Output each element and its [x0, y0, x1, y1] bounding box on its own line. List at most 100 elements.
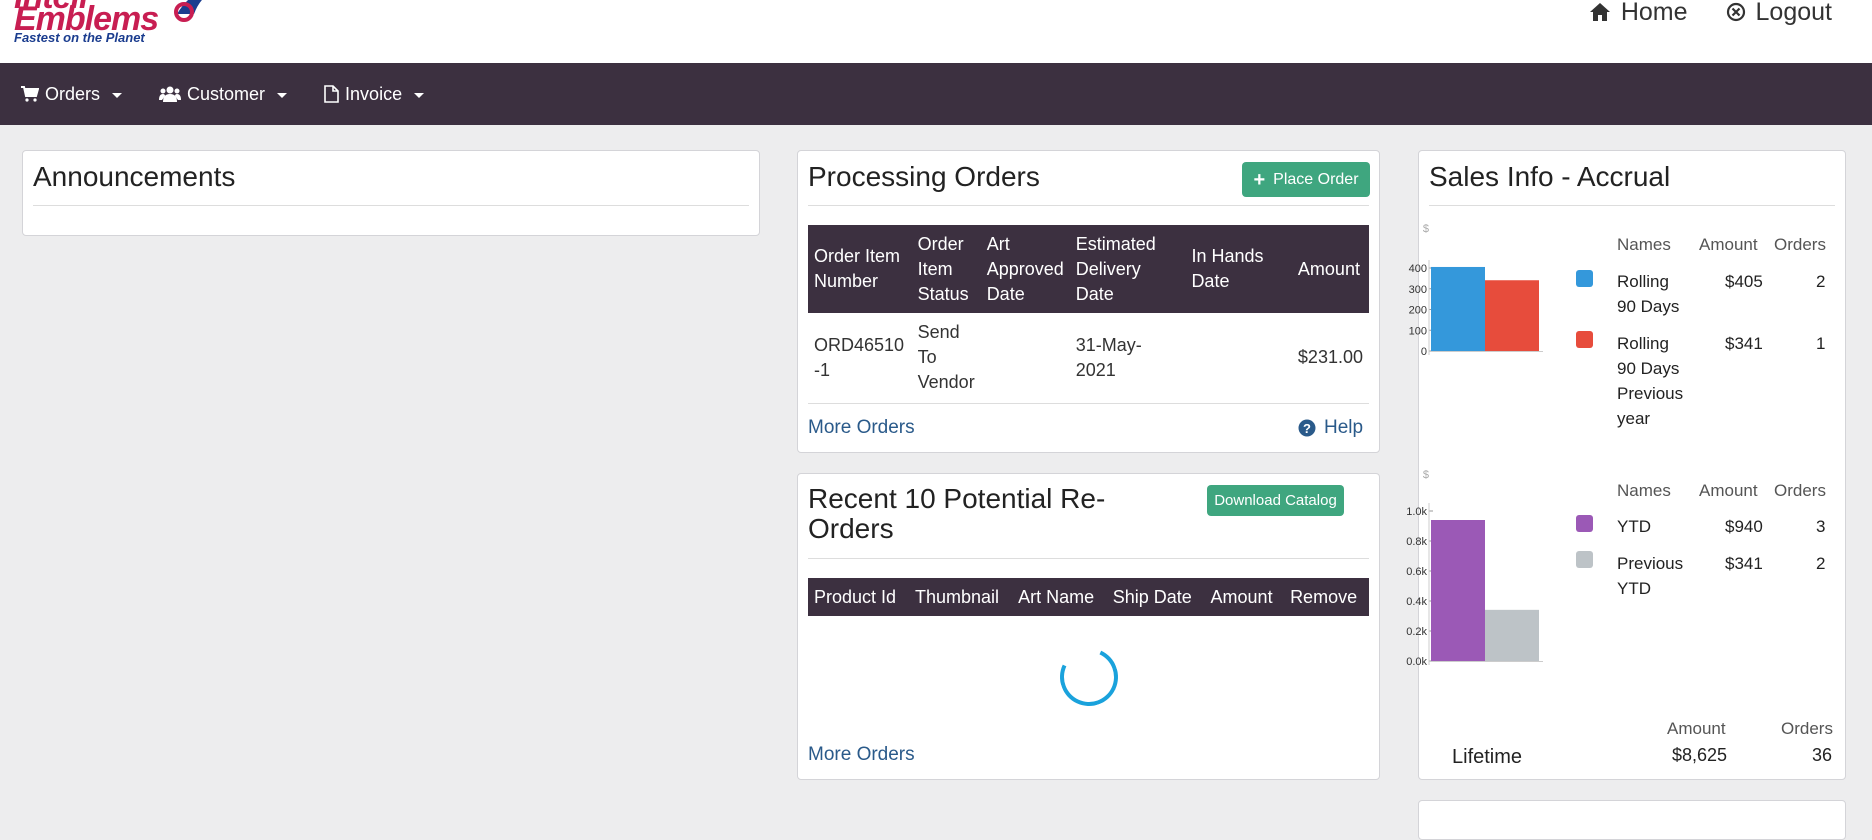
column-header: In Hands Date	[1185, 225, 1292, 313]
sales-row-amount: $341	[1725, 334, 1763, 353]
column-header: Estimated Delivery Date	[1069, 225, 1186, 313]
announcements-panel: Announcements	[22, 150, 760, 236]
divider	[1429, 205, 1835, 206]
users-icon	[159, 86, 182, 102]
top-links: Home Logout	[1589, 0, 1832, 26]
chevron-down-icon	[414, 92, 425, 98]
column-header: Product Id	[808, 578, 910, 616]
tick-label: 0.6k	[1406, 566, 1427, 578]
legend-swatch	[1576, 515, 1593, 532]
svg-text:?: ?	[1303, 421, 1311, 436]
order-amount: $231.00	[1297, 347, 1363, 368]
download-catalog-label: Download Catalog	[1214, 492, 1337, 509]
main-navbar: Orders Customer Invoice	[0, 63, 1872, 125]
home-link-label: Home	[1620, 0, 1688, 26]
sales-row-amount: $341	[1725, 554, 1763, 573]
lifetime-orders: 36	[1812, 745, 1833, 765]
bar[interactable]	[1431, 266, 1485, 351]
art-approved-date	[981, 313, 1070, 403]
nav-customer[interactable]: Customer	[159, 83, 288, 105]
logout-link[interactable]: Logout	[1726, 0, 1832, 26]
table-row: ORD46510-1 Send To Vendor 31-May-2021 $2…	[808, 313, 1369, 403]
home-link[interactable]: Home	[1589, 0, 1688, 26]
processing-orders-panel: Processing Orders + Place Order Order It…	[797, 150, 1380, 453]
sales-row-orders: 2	[1816, 554, 1826, 573]
divider	[808, 205, 1369, 206]
orders-header: Orders	[1774, 481, 1826, 500]
tick-label: 1.0k	[1406, 506, 1427, 518]
more-orders-link[interactable]: More Orders	[808, 417, 915, 439]
sales-row-orders: 2	[1816, 272, 1826, 291]
help-label: Help	[1324, 417, 1364, 438]
logout-link-label: Logout	[1755, 0, 1832, 26]
orders-header: Orders	[1774, 235, 1826, 254]
tick-label: 200	[1409, 305, 1427, 317]
column-header: Order Item Status	[911, 225, 981, 313]
logo-swoosh-icon	[174, 0, 202, 22]
names-header: Names	[1617, 481, 1671, 500]
reorders-table: Product Id Thumbnail Art Name Ship Date …	[808, 578, 1369, 616]
processing-orders-title: Processing Orders	[808, 161, 1040, 192]
column-header: Order Item Number	[808, 225, 912, 313]
order-status: Send To Vendor	[917, 322, 975, 393]
nav-invoice-label: Invoice	[345, 83, 403, 104]
sales-row-amount: $405	[1725, 272, 1763, 291]
bar[interactable]	[1485, 280, 1539, 351]
place-order-button[interactable]: + Place Order	[1242, 162, 1370, 197]
sales-row-orders: 3	[1816, 517, 1826, 536]
column-header: Ship Date	[1106, 578, 1205, 616]
more-orders-link[interactable]: More Orders	[808, 744, 915, 766]
divider	[33, 205, 749, 206]
sales-row-amount: $940	[1725, 517, 1763, 536]
sales-row-name: Rolling 90 Days	[1617, 272, 1680, 316]
question-circle-icon: ?	[1298, 419, 1316, 437]
bar[interactable]	[1485, 609, 1539, 661]
column-header: Thumbnail	[909, 578, 1013, 616]
sales-row-name: Rolling 90 Days Previous year	[1617, 334, 1684, 428]
tick-label: 400	[1409, 263, 1427, 275]
rolling-sales-chart: 400 300 200 100 0	[1409, 260, 1543, 358]
nav-invoice[interactable]: Invoice	[324, 83, 425, 105]
column-header: Art Name	[1012, 578, 1107, 616]
announcements-title: Announcements	[33, 161, 236, 192]
sales-info-title: Sales Info - Accrual	[1429, 161, 1671, 192]
ytd-sales-chart: 1.0k 0.8k 0.6k 0.4k 0.2k 0.0k	[1406, 503, 1543, 668]
amount-header: Amount	[1699, 481, 1758, 500]
order-number-link[interactable]: ORD46510-1	[808, 313, 912, 403]
lifetime-amount-header: Amount	[1667, 719, 1726, 738]
sales-row-orders: 1	[1816, 334, 1826, 353]
column-header: Remove	[1284, 578, 1369, 616]
names-header: Names	[1617, 235, 1671, 254]
tick-label: 0.8k	[1406, 536, 1427, 548]
next-panel	[1418, 800, 1846, 840]
sales-row-name: YTD	[1617, 517, 1651, 536]
help-link[interactable]: ? Help	[1298, 417, 1363, 439]
processing-orders-table: Order Item Number Order Item Status Art …	[808, 225, 1369, 404]
bar[interactable]	[1431, 520, 1485, 661]
home-icon	[1589, 3, 1610, 21]
close-circle-icon	[1726, 2, 1745, 22]
lifetime-label: Lifetime	[1452, 746, 1523, 768]
legend-swatch	[1576, 551, 1593, 568]
logo-tagline: Fastest on the Planet	[14, 30, 145, 45]
nav-orders[interactable]: Orders	[21, 84, 123, 105]
plus-icon: +	[1253, 168, 1266, 191]
loading-spinner-icon	[1051, 639, 1127, 715]
top-header: Intell Emblems Fastest on the Planet Hom…	[0, 0, 1872, 63]
tick-label: 0.4k	[1406, 596, 1427, 608]
delivery-date: 31-May-2021	[1075, 334, 1142, 380]
sales-info-panel: Sales Info - Accrual $ 400 300 200 100 0 Nam…	[1406, 150, 1846, 780]
chart1-unit: $	[1422, 223, 1429, 235]
tick-label: 300	[1409, 284, 1427, 296]
reorders-panel: Recent 10 Potential Re-Orders Download C…	[797, 473, 1380, 780]
download-catalog-button[interactable]: Download Catalog	[1207, 485, 1344, 516]
amount-header: Amount	[1699, 235, 1758, 254]
in-hands-date	[1185, 313, 1291, 403]
nav-customer-label: Customer	[187, 83, 266, 104]
tick-label: 0	[1421, 346, 1427, 358]
brand-logo[interactable]: Intell Emblems Fastest on the Planet	[12, 0, 212, 48]
lifetime-amount: $8,625	[1672, 745, 1728, 765]
lifetime-orders-header: Orders	[1781, 719, 1833, 738]
chart2-unit: $	[1422, 469, 1429, 481]
column-header: Art Approved Date	[980, 225, 1070, 313]
